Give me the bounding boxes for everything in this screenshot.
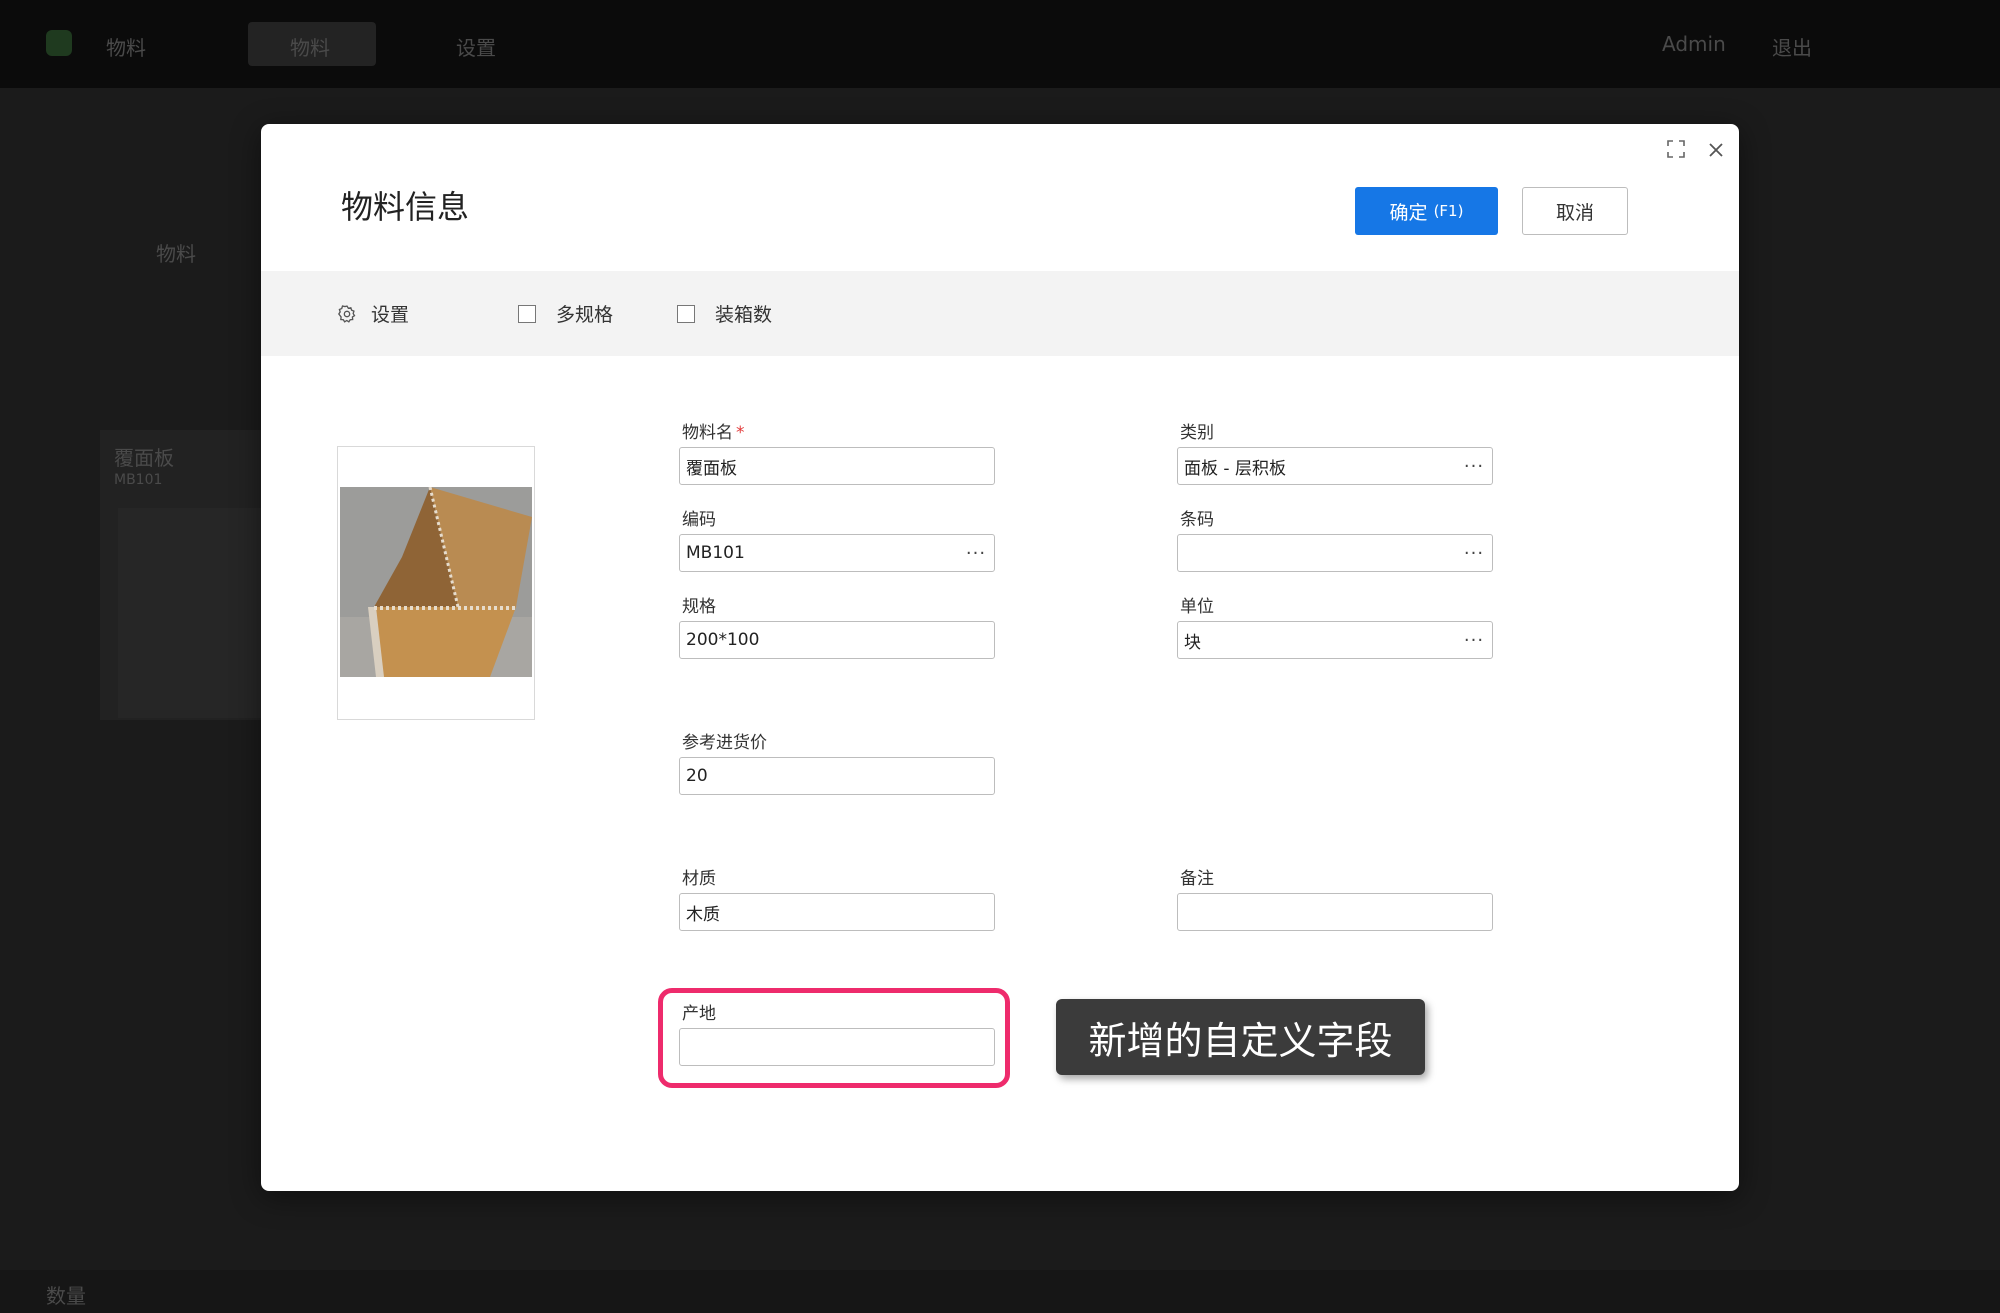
nav-item-materials[interactable]: 物料 [290, 32, 330, 61]
code-field-value: MB101 [686, 543, 745, 563]
barcode-field[interactable]: ··· [1177, 534, 1493, 572]
logout-link[interactable]: 退出 [1772, 32, 1812, 61]
app-logo-icon [46, 30, 72, 56]
barcode-label: 条码 [1180, 510, 1214, 530]
category-field-value: 面板 - 层积板 [1184, 458, 1286, 479]
name-label: 物料名 * [682, 418, 745, 443]
card-image [118, 508, 270, 718]
settings-label: 设置 [371, 304, 410, 326]
remark-label: 备注 [1180, 869, 1214, 889]
unit-field-value: 块 [1184, 632, 1201, 653]
bottom-bar: 数量 [0, 1270, 2000, 1313]
custom-field-highlight [658, 988, 1010, 1088]
multi-spec-checkbox[interactable]: 多规格 [518, 271, 613, 356]
unit-more-icon[interactable]: ··· [1456, 630, 1492, 651]
spec-label: 规格 [682, 597, 716, 617]
required-mark: * [736, 423, 745, 443]
multi-spec-label: 多规格 [556, 304, 614, 326]
user-name[interactable]: Admin [1662, 32, 1726, 56]
code-field[interactable]: MB101 ··· [679, 534, 995, 572]
barcode-more-icon[interactable]: ··· [1456, 543, 1492, 564]
packing-checkbox-box[interactable] [677, 304, 695, 323]
name-field[interactable]: 覆面板 [679, 447, 995, 485]
packing-checkbox[interactable]: 装箱数 [677, 271, 772, 356]
packing-label: 装箱数 [715, 304, 773, 326]
app-brand: 物料 [106, 36, 146, 60]
list-header: 物料 [156, 242, 196, 266]
maximize-icon[interactable] [1663, 138, 1689, 164]
bottom-left-label: 数量 [46, 1284, 86, 1308]
category-field[interactable]: 面板 - 层积板 ··· [1177, 447, 1493, 485]
cancel-button[interactable]: 取消 [1522, 187, 1628, 235]
confirm-hotkey: (F1) [1433, 202, 1464, 220]
ref-price-field-value: 20 [686, 766, 708, 786]
name-label-text: 物料名 [682, 423, 733, 443]
dialog-toolbar: 设置 多规格 装箱数 [261, 271, 1739, 356]
dialog-title: 物料信息 [341, 188, 470, 226]
app-topbar: 物料 物料 设置 Admin 退出 [0, 0, 2000, 88]
unit-label: 单位 [1180, 597, 1214, 617]
category-label: 类别 [1180, 423, 1214, 443]
material-photo [340, 487, 532, 677]
close-icon[interactable] [1703, 138, 1729, 164]
custom-field-tooltip: 新增的自定义字段 [1056, 999, 1425, 1075]
material-info-dialog: 物料信息 确定 (F1) 取消 设置 多规格 装箱数 物料名 * 覆面板 编码 … [261, 124, 1739, 1191]
spec-field[interactable]: 200*100 [679, 621, 995, 659]
gear-icon [337, 304, 357, 324]
multi-spec-checkbox-box[interactable] [518, 304, 536, 323]
unit-field[interactable]: 块 ··· [1177, 621, 1493, 659]
spec-field-value: 200*100 [686, 630, 760, 650]
category-more-icon[interactable]: ··· [1456, 456, 1492, 477]
material-label: 材质 [682, 869, 716, 889]
ref-price-label: 参考进货价 [682, 733, 767, 753]
confirm-button[interactable]: 确定 (F1) [1355, 187, 1498, 235]
code-label: 编码 [682, 510, 716, 530]
material-field[interactable]: 木质 [679, 893, 995, 931]
name-field-value: 覆面板 [686, 458, 737, 479]
confirm-button-label: 确定 [1389, 201, 1428, 224]
material-field-value: 木质 [686, 904, 720, 925]
remark-field[interactable] [1177, 893, 1493, 931]
ref-price-field[interactable]: 20 [679, 757, 995, 795]
nav-item-settings[interactable]: 设置 [456, 32, 496, 61]
material-image-box[interactable] [337, 446, 535, 720]
card-subtitle: MB101 [114, 472, 163, 488]
code-more-icon[interactable]: ··· [958, 543, 994, 564]
settings-button[interactable]: 设置 [337, 271, 409, 356]
card-title: 覆面板 [114, 446, 174, 470]
